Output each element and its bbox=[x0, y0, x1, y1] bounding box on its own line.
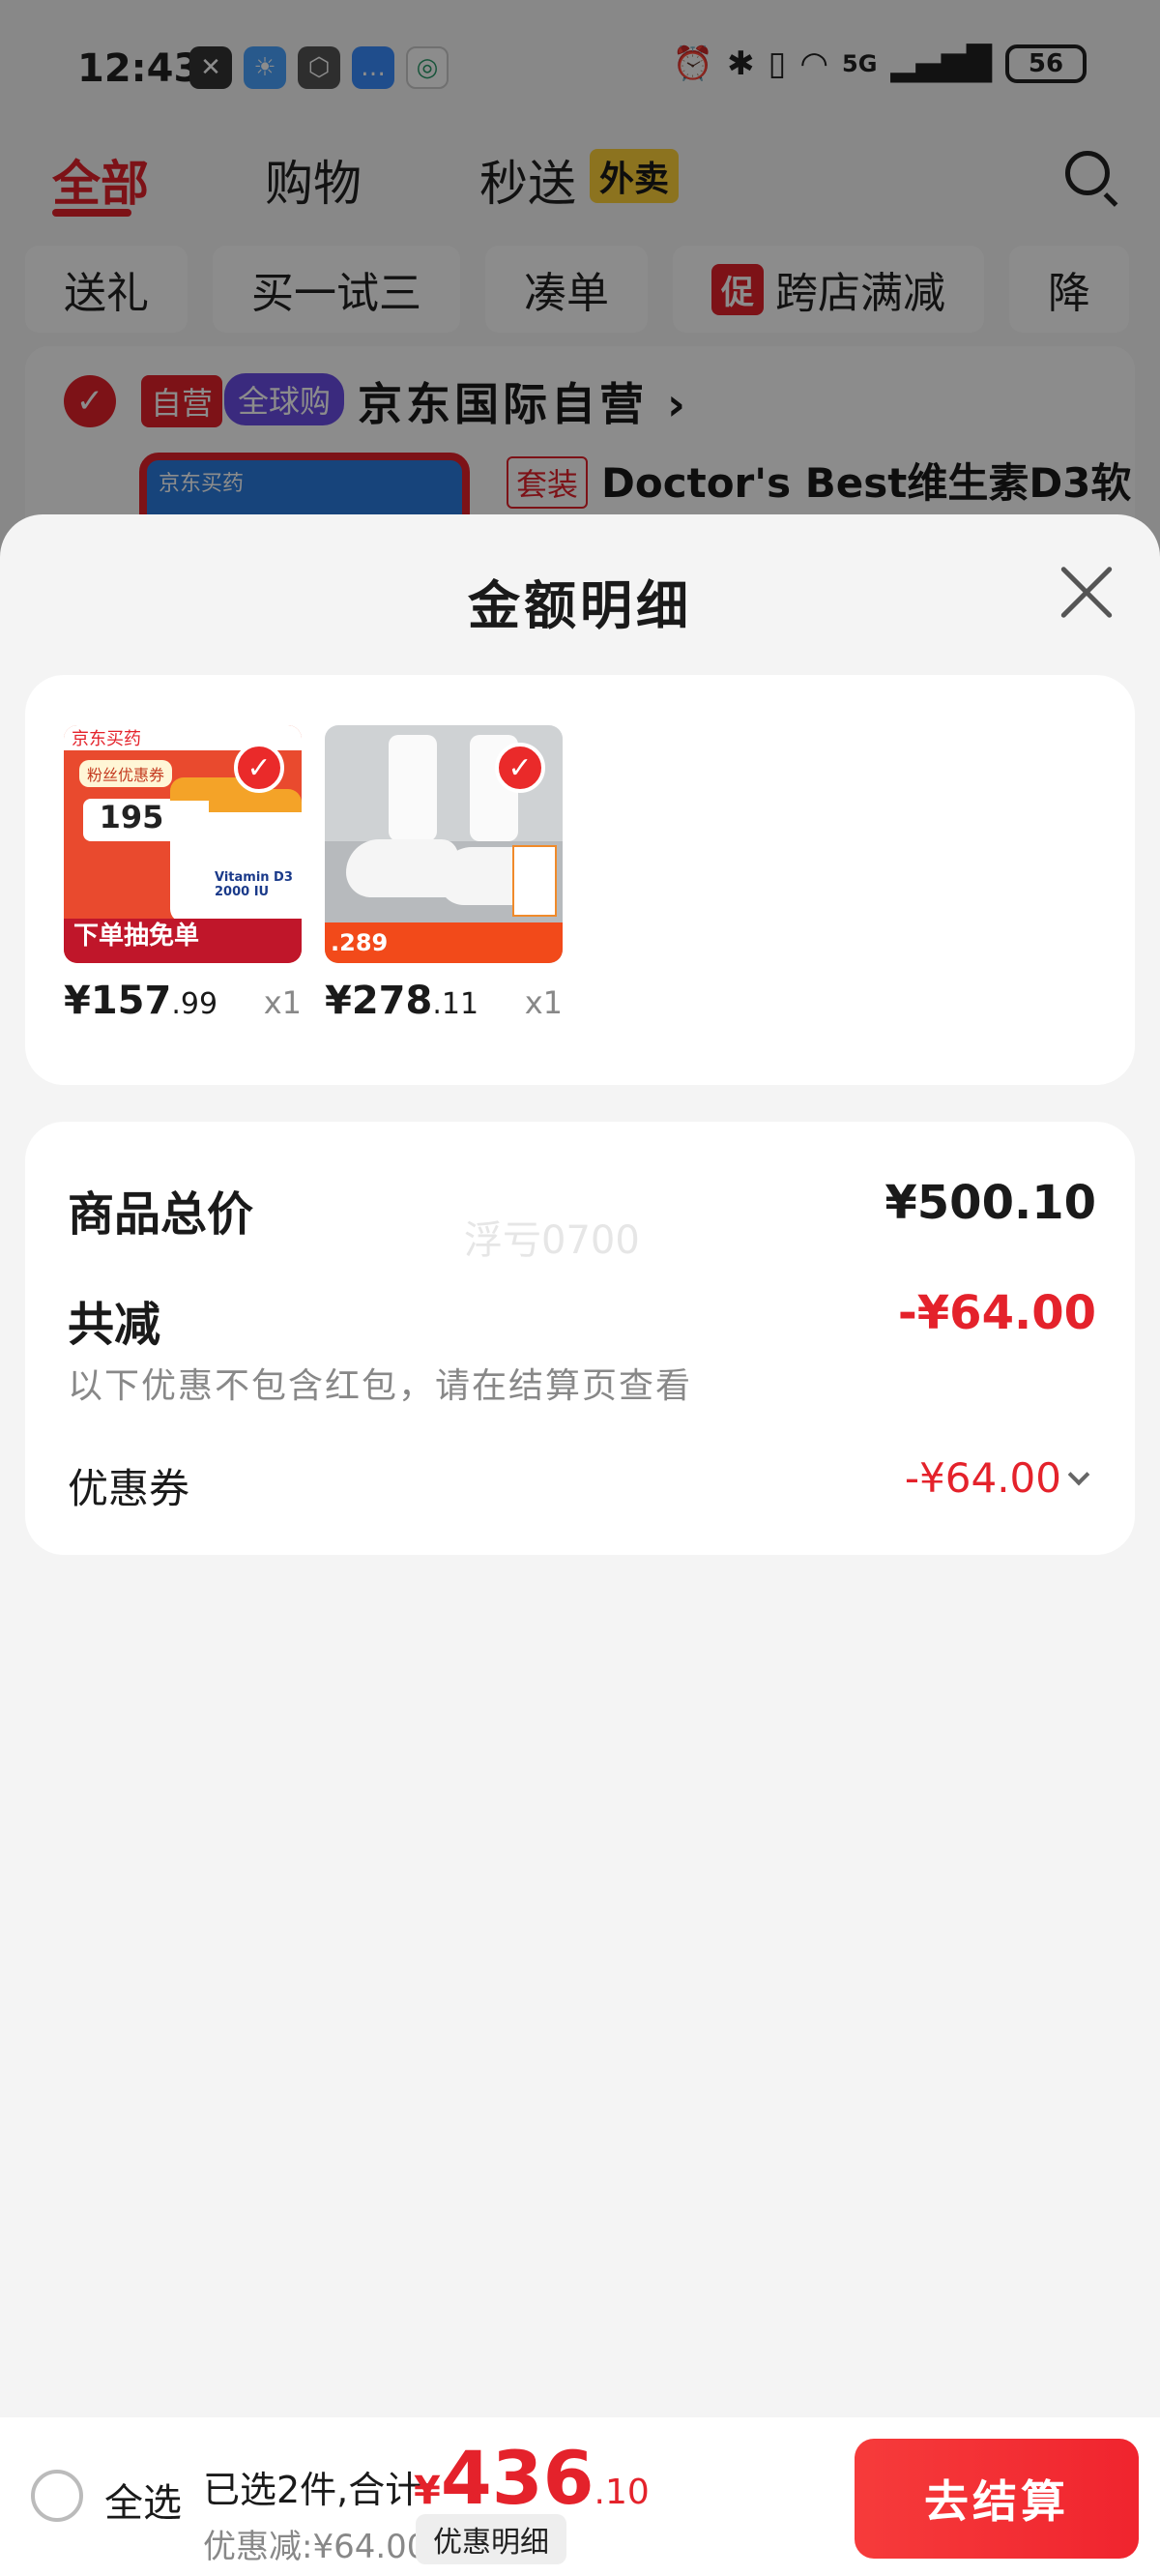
product-item-sneakers[interactable]: .289 ✓ ¥278.11 x1 bbox=[325, 725, 563, 1023]
image-price: 195 bbox=[83, 799, 180, 841]
bottle-label: Vitamin D3 2000 IU bbox=[215, 870, 293, 899]
price-int: ¥157 bbox=[64, 979, 172, 1023]
coupon-value: -¥64.00 bbox=[904, 1454, 1061, 1502]
product-quantity: x1 bbox=[524, 984, 563, 1021]
close-icon[interactable] bbox=[1052, 563, 1112, 623]
coupon-row-toggle[interactable]: -¥64.00 bbox=[904, 1454, 1090, 1502]
bottle-shape: Vitamin D3 2000 IU bbox=[209, 789, 302, 934]
product-price: ¥278.11 bbox=[325, 979, 478, 1023]
price-dec: .99 bbox=[171, 987, 218, 1021]
product-price: ¥157.99 bbox=[64, 979, 218, 1023]
discount-note: 以下优惠不包含红包，请在结算页查看 bbox=[68, 1366, 693, 1406]
total-value: ¥500.10 bbox=[884, 1176, 1096, 1230]
image-brand-text: 京东买药 bbox=[72, 729, 141, 749]
product-item-vitamin[interactable]: 京东买药 粉丝优惠券 195 Vitamin D3 2000 IU 下单抽免单 … bbox=[64, 725, 302, 1023]
image-price-band: .289 bbox=[325, 922, 563, 963]
selected-count-text: 已选2件,合计: bbox=[203, 2469, 435, 2511]
total-dec: .10 bbox=[594, 2473, 650, 2512]
product-list-card: 京东买药 粉丝优惠券 195 Vitamin D3 2000 IU 下单抽免单 … bbox=[25, 675, 1135, 1085]
reduction-value: -¥64.00 bbox=[897, 1286, 1096, 1340]
coupon-label: 优惠券 bbox=[68, 1465, 190, 1512]
watermark: 浮亏0700 bbox=[464, 1218, 640, 1263]
price-int: ¥278 bbox=[325, 979, 433, 1023]
discount-detail-button[interactable]: 优惠明细 bbox=[416, 2514, 566, 2564]
product-image-sneakers: .289 ✓ bbox=[325, 725, 563, 963]
price-summary-card: 浮亏0700 商品总价 ¥500.10 共减 -¥64.00 以下优惠不包含红包… bbox=[25, 1122, 1135, 1555]
image-badge bbox=[512, 845, 557, 917]
select-all-checkbox[interactable] bbox=[31, 2470, 83, 2522]
sheet-title: 金额明细 bbox=[468, 575, 692, 636]
image-coupon-pill: 粉丝优惠券 bbox=[79, 760, 173, 787]
selected-check-icon: ✓ bbox=[495, 743, 545, 793]
checkout-button[interactable]: 去结算 bbox=[855, 2439, 1139, 2559]
product-quantity: x1 bbox=[263, 984, 302, 1021]
price-dec: .11 bbox=[432, 987, 479, 1021]
total-label: 商品总价 bbox=[68, 1187, 254, 1242]
sock-shape bbox=[389, 735, 437, 841]
image-banner: 下单抽免单 bbox=[64, 919, 302, 963]
discount-text: 优惠减:¥64.00 bbox=[203, 2528, 428, 2566]
total-currency: ¥ bbox=[414, 2469, 441, 2513]
reduction-label: 共减 bbox=[68, 1298, 161, 1352]
total-price: ¥436.10 bbox=[414, 2435, 650, 2521]
product-image-vitamin: 京东买药 粉丝优惠券 195 Vitamin D3 2000 IU 下单抽免单 … bbox=[64, 725, 302, 963]
amount-detail-sheet: 金额明细 京东买药 粉丝优惠券 195 Vitamin D3 2000 IU 下… bbox=[0, 514, 1160, 2576]
total-int: 436 bbox=[440, 2435, 594, 2521]
selected-check-icon: ✓ bbox=[234, 743, 284, 793]
checkout-bar: 全选 已选2件,合计: ¥436.10 优惠减:¥64.00 优惠明细 去结算 bbox=[0, 2417, 1160, 2576]
chevron-down-icon bbox=[1067, 1463, 1090, 1485]
select-all-label[interactable]: 全选 bbox=[104, 2472, 182, 2528]
